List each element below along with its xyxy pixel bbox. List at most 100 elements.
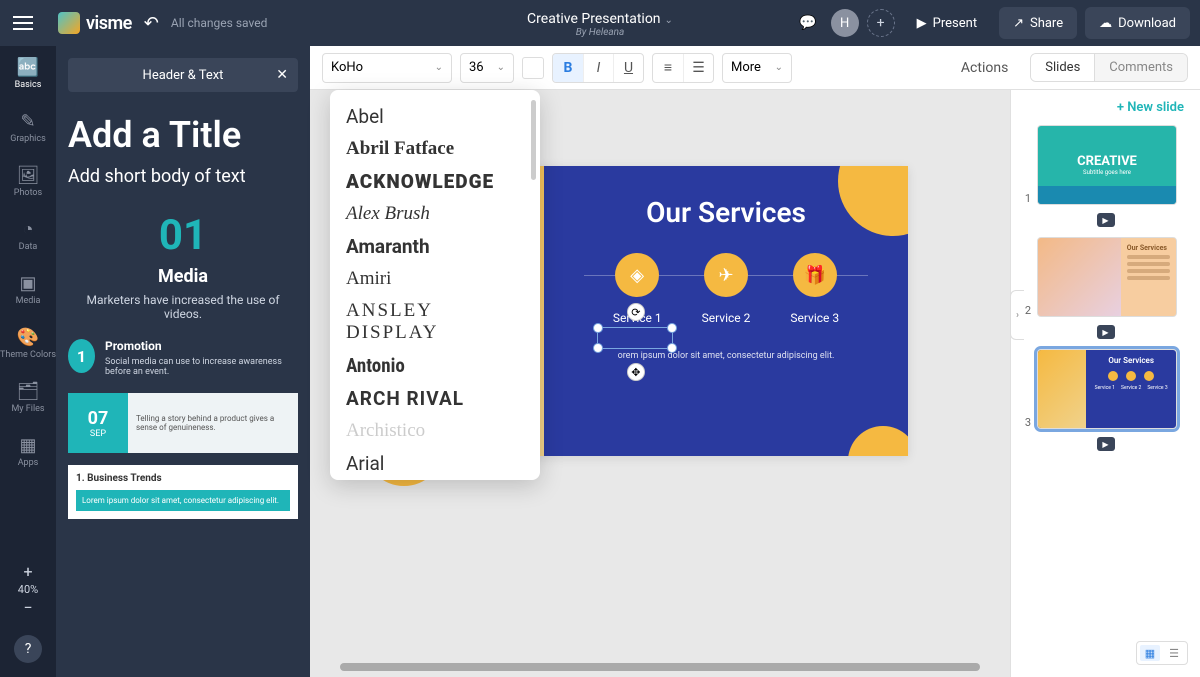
gift-icon[interactable]: 🎁 <box>793 253 837 297</box>
help-button[interactable]: ? <box>14 635 42 663</box>
font-option[interactable]: Amiri <box>330 263 540 295</box>
resize-handle[interactable] <box>667 323 677 333</box>
template-media-desc[interactable]: Marketers have increased the use of vide… <box>84 293 282 321</box>
promo-desc: Social media can use to increase awarene… <box>105 357 298 377</box>
share-button[interactable]: ↗Share <box>999 7 1077 39</box>
left-rail: 🔤Basics ✎Graphics 🖼Photos ◔Data ▣Media 🎨… <box>0 46 56 677</box>
download-button[interactable]: ☁Download <box>1085 7 1190 39</box>
rail-theme-colors[interactable]: 🎨Theme Colors <box>0 316 56 370</box>
move-handle[interactable]: ✥ <box>627 363 645 381</box>
horizontal-scrollbar[interactable] <box>340 663 980 671</box>
play-icon: ▶ <box>917 16 927 31</box>
template-add-title[interactable]: Add a Title <box>68 114 298 156</box>
font-size-select[interactable]: 36 ⌄ <box>460 53 514 83</box>
more-select[interactable]: More ⌄ <box>722 53 792 83</box>
top-bar: visme ↶ All changes saved Creative Prese… <box>0 0 1200 46</box>
font-option[interactable]: Alex Brush <box>330 198 540 230</box>
collapse-panel-button[interactable]: › <box>1010 290 1024 340</box>
basics-icon: 🔤 <box>17 57 39 78</box>
rail-my-files[interactable]: 🗂My Files <box>0 370 56 424</box>
font-option[interactable]: Amaranth <box>330 230 540 263</box>
transition-icon[interactable]: ▶ <box>1097 325 1115 339</box>
template-date-card[interactable]: 07SEP Telling a story behind a product g… <box>68 393 298 453</box>
rotate-handle[interactable]: ⟳ <box>627 303 645 321</box>
files-icon: 🗂 <box>17 381 40 402</box>
resize-handle[interactable] <box>667 343 677 353</box>
service-label[interactable]: Service 2 <box>702 311 751 325</box>
font-option[interactable]: ANSLEY DISPLAY <box>330 295 540 349</box>
resize-handle[interactable] <box>593 343 603 353</box>
template-promotion[interactable]: 1 Promotion Social media can use to incr… <box>68 339 298 377</box>
slide-thumbnail[interactable]: Our Services Service 1 Service 2 Service… <box>1037 349 1177 429</box>
palette-icon: 🎨 <box>17 327 39 348</box>
close-icon[interactable]: ✕ <box>276 67 288 83</box>
add-collaborator-button[interactable]: + <box>867 9 895 37</box>
logo[interactable]: visme <box>58 12 132 34</box>
rail-graphics[interactable]: ✎Graphics <box>0 100 56 154</box>
promo-number-badge: 1 <box>68 339 95 373</box>
zoom-level[interactable]: 40% <box>0 583 56 596</box>
avatar[interactable]: H <box>831 9 859 37</box>
slide-number: 3 <box>1021 416 1031 429</box>
font-option[interactable]: ACKNOWLEDGE <box>330 165 540 198</box>
resize-handle[interactable] <box>593 323 603 333</box>
font-option[interactable]: ARCH RIVAL <box>330 382 540 415</box>
tab-comments[interactable]: Comments <box>1094 54 1187 81</box>
promo-title: Promotion <box>105 339 298 353</box>
present-button[interactable]: ▶Present <box>903 7 991 39</box>
template-media-heading[interactable]: Media <box>68 266 298 287</box>
diamond-icon[interactable]: ◈ <box>615 253 659 297</box>
grid-view-button[interactable]: ▦ <box>1140 645 1160 661</box>
italic-button[interactable]: I <box>583 54 613 82</box>
template-business-card[interactable]: 1. Business Trends Lorem ipsum dolor sit… <box>68 465 298 519</box>
project-byline: By Heleana <box>527 27 673 38</box>
tab-slides[interactable]: Slides <box>1031 54 1094 81</box>
transition-icon[interactable]: ▶ <box>1097 213 1115 227</box>
slides-panel: › + New slide 1 CREATIVE Subtitle goes h… <box>1010 90 1200 677</box>
bold-button[interactable]: B <box>553 54 583 82</box>
selection-box[interactable] <box>597 327 673 349</box>
align-button[interactable]: ≡ <box>653 54 683 82</box>
service-label[interactable]: Service 3 <box>790 311 839 325</box>
underline-button[interactable]: U <box>613 54 643 82</box>
right-tabs: Slides Comments <box>1030 53 1188 82</box>
template-num[interactable]: 01 <box>68 211 298 260</box>
menu-button[interactable] <box>0 0 46 46</box>
comments-icon[interactable]: 💬 <box>793 8 823 38</box>
decorative-blob <box>848 426 908 456</box>
project-title-text: Creative Presentation <box>527 11 661 27</box>
zoom-in-button[interactable]: + <box>0 560 56 583</box>
undo-button[interactable]: ↶ <box>144 13 159 34</box>
font-option[interactable]: Abril Fatface <box>330 133 540 165</box>
font-option[interactable]: Archistico <box>330 415 540 447</box>
share-icon: ↗ <box>1013 16 1024 31</box>
scrollbar[interactable] <box>531 100 536 180</box>
rail-apps[interactable]: ▦Apps <box>0 424 56 478</box>
chevron-down-icon: ⌄ <box>665 15 673 26</box>
zoom-out-button[interactable]: − <box>0 596 56 619</box>
project-title[interactable]: Creative Presentation ⌄ By Heleana <box>527 8 673 38</box>
rail-basics[interactable]: 🔤Basics <box>0 46 56 100</box>
send-icon[interactable]: ✈ <box>704 253 748 297</box>
transition-icon[interactable]: ▶ <box>1097 437 1115 451</box>
logo-text: visme <box>86 13 132 34</box>
slide-content: Our Services ◈ ⟳ Service 1 ✥ ✈Service 2 … <box>544 166 908 456</box>
slide-thumbnail[interactable]: Our Services <box>1037 237 1177 317</box>
text-color-swatch[interactable] <box>522 57 544 79</box>
font-option[interactable]: Antonio <box>330 349 540 382</box>
new-slide-button[interactable]: + New slide <box>1021 100 1190 115</box>
list-view-button[interactable]: ☰ <box>1164 645 1184 661</box>
list-button[interactable]: ☰ <box>683 54 713 82</box>
rail-data[interactable]: ◔Data <box>0 208 56 262</box>
media-icon: ▣ <box>19 273 36 294</box>
rail-photos[interactable]: 🖼Photos <box>0 154 56 208</box>
font-select[interactable]: KoHo ⌄ <box>322 53 452 83</box>
template-add-body[interactable]: Add short body of text <box>68 166 298 187</box>
slide-thumbnail[interactable]: CREATIVE Subtitle goes here <box>1037 125 1177 205</box>
rail-media[interactable]: ▣Media <box>0 262 56 316</box>
data-icon: ◔ <box>23 219 34 240</box>
actions-link[interactable]: Actions <box>961 60 1008 76</box>
font-option[interactable]: Abel <box>330 100 540 133</box>
font-dropdown[interactable]: Abel Abril Fatface ACKNOWLEDGE Alex Brus… <box>330 90 540 480</box>
font-option[interactable]: Arial <box>330 447 540 480</box>
